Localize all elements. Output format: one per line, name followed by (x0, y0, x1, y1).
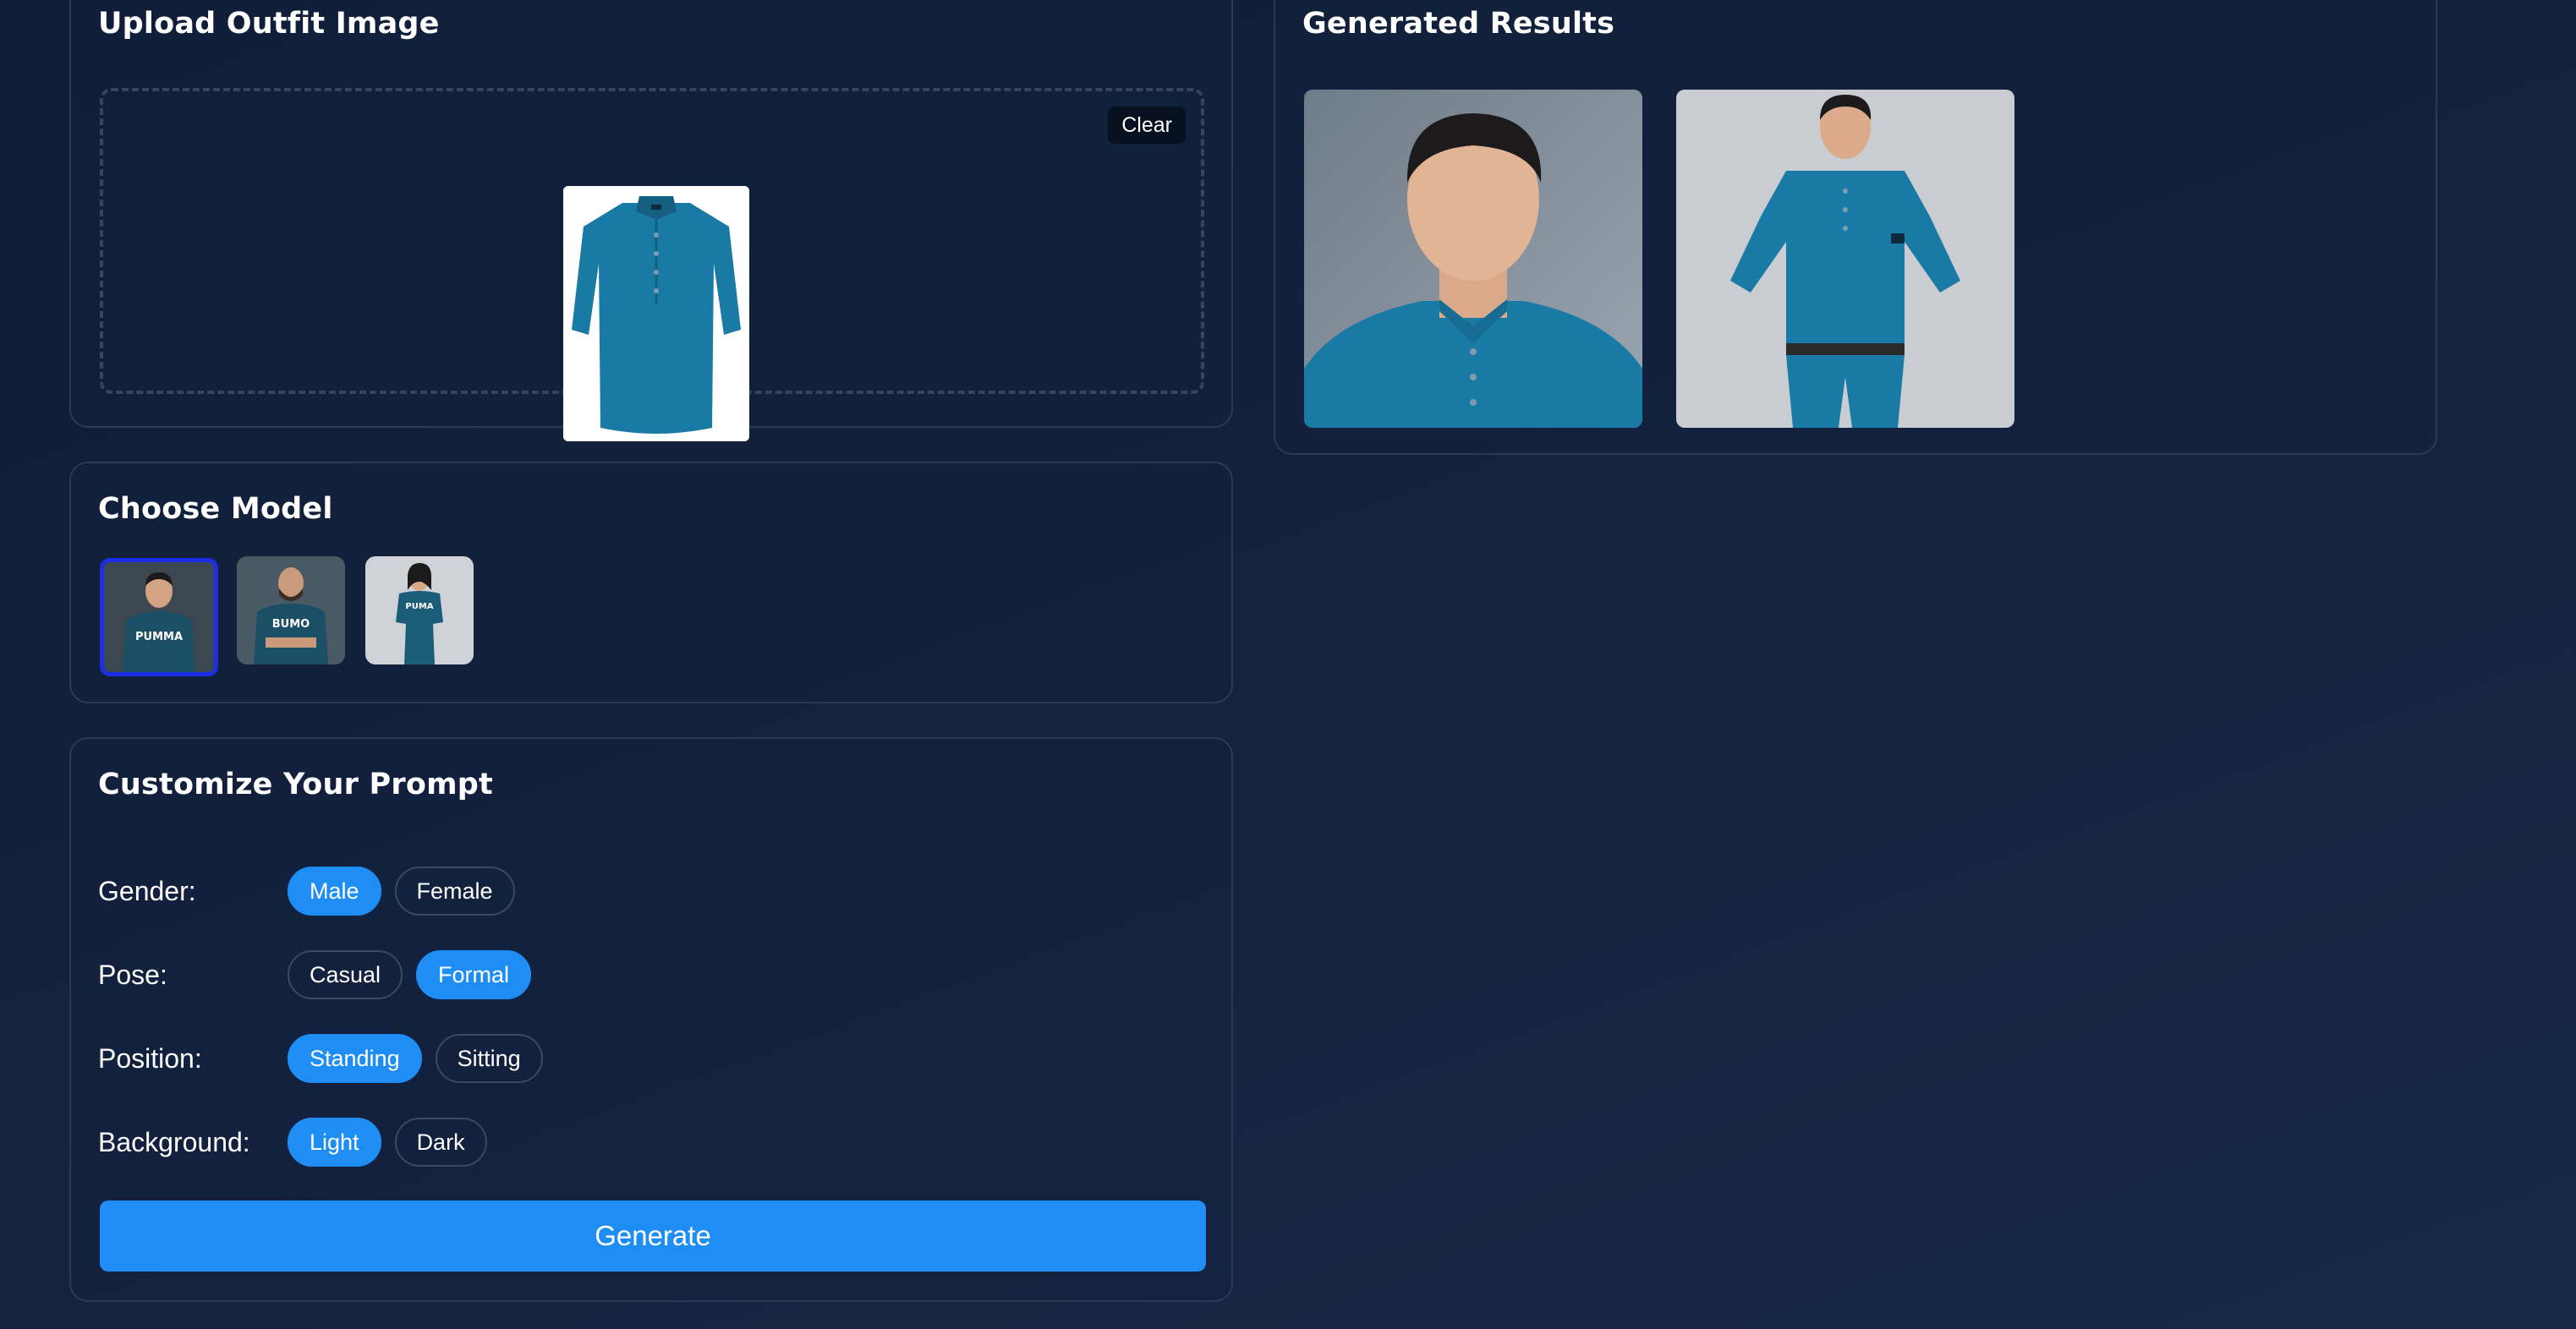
svg-text:PUMA: PUMA (405, 602, 433, 611)
position-sitting-option[interactable]: Sitting (435, 1034, 543, 1083)
model-panel-title: Choose Model (98, 492, 333, 526)
uploaded-outfit-image (563, 186, 749, 441)
model-option-male-1[interactable]: PUMMA (100, 558, 218, 676)
gender-row: Gender: Male Female (98, 866, 529, 916)
background-row: Background: Light Dark (98, 1117, 501, 1168)
gender-label: Gender: (98, 875, 196, 906)
results-panel-title: Generated Results (1302, 7, 1615, 41)
prompt-panel-title: Customize Your Prompt (98, 768, 493, 801)
model-option-female[interactable]: PUMA (365, 556, 474, 664)
background-label: Background: (98, 1126, 250, 1157)
generate-button[interactable]: Generate (100, 1200, 1206, 1272)
model-option-male-2[interactable]: BUMO (237, 556, 345, 664)
generated-results-panel: Generated Results (1274, 0, 2437, 455)
clear-button[interactable]: Clear (1108, 107, 1186, 144)
background-dark-option[interactable]: Dark (394, 1118, 487, 1167)
position-label: Position: (98, 1042, 202, 1074)
pose-formal-option[interactable]: Formal (416, 950, 532, 999)
pose-label: Pose: (98, 959, 167, 990)
choose-model-panel: Choose Model PUMMA BUMO PUMA (69, 462, 1233, 703)
background-light-option[interactable]: Light (288, 1118, 381, 1167)
upload-panel-title: Upload Outfit Image (98, 7, 440, 41)
outfit-dropzone[interactable]: Clear (100, 88, 1204, 441)
svg-text:PUMMA: PUMMA (135, 631, 183, 643)
gender-female-option[interactable]: Female (394, 867, 515, 916)
generated-result-image[interactable] (1676, 90, 2014, 428)
position-row: Position: Standing Sitting (98, 1033, 556, 1084)
pose-row: Pose: Casual Formal (98, 949, 545, 1000)
position-standing-option[interactable]: Standing (288, 1034, 422, 1083)
generated-result-image[interactable] (1304, 90, 1642, 428)
gender-male-option[interactable]: Male (288, 867, 381, 916)
pose-casual-option[interactable]: Casual (288, 950, 403, 999)
customize-prompt-panel: Customize Your Prompt Gender: Male Femal… (69, 737, 1233, 1302)
svg-text:BUMO: BUMO (272, 618, 310, 631)
upload-outfit-panel: Upload Outfit Image Clear (69, 0, 1233, 441)
